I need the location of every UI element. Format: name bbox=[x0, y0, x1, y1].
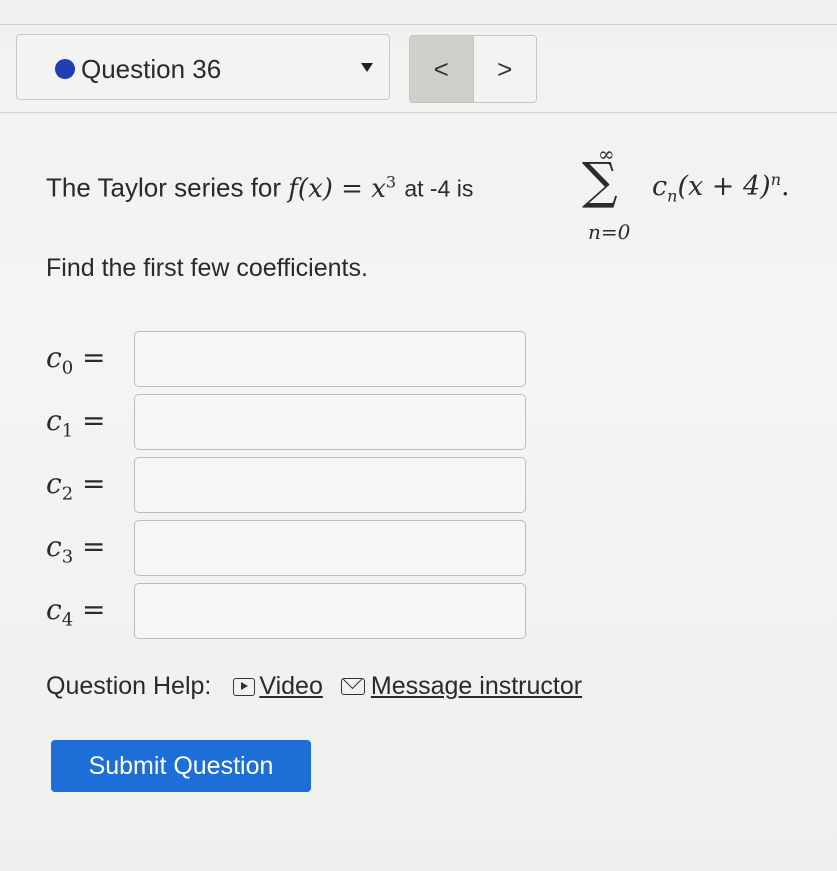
coefficient-label: c3 = bbox=[46, 530, 106, 568]
question-label: Question 36 bbox=[81, 54, 222, 84]
coefficient-input-c4[interactable] bbox=[134, 583, 526, 639]
header-divider bbox=[0, 112, 837, 113]
video-label: Video bbox=[259, 672, 323, 700]
status-dot-icon bbox=[55, 59, 75, 79]
message-instructor-link[interactable]: Message instructor bbox=[340, 672, 583, 701]
coefficient-row-c3: c3 = bbox=[46, 520, 536, 578]
problem-prefix: The Taylor series for bbox=[46, 172, 282, 203]
coefficient-row-c2: c2 = bbox=[46, 457, 536, 515]
term-coefficient: c bbox=[652, 171, 668, 202]
coefficient-row-c0: c0 = bbox=[46, 331, 536, 389]
submit-question-button[interactable]: Submit Question bbox=[51, 740, 311, 792]
coefficient-label: c2 = bbox=[46, 467, 106, 505]
term-coefficient-sub: n bbox=[667, 186, 678, 206]
video-link[interactable]: Video bbox=[233, 672, 323, 701]
coefficient-input-c3[interactable] bbox=[134, 520, 526, 576]
coefficient-input-c0[interactable] bbox=[134, 331, 526, 387]
equals-sign: = bbox=[341, 173, 363, 204]
next-question-button[interactable]: > bbox=[473, 36, 536, 102]
message-label: Message instructor bbox=[370, 672, 583, 700]
problem-statement: The Taylor series for f(x) = x3 at -4 is bbox=[46, 172, 473, 204]
sigma-icon: ∑ bbox=[582, 152, 618, 210]
series-term: cn(x + 4)n. bbox=[652, 170, 790, 205]
instruction-text: Find the first few coefficients. bbox=[46, 254, 368, 282]
help-label: Question Help: bbox=[46, 672, 212, 700]
term-exponent: n bbox=[770, 170, 782, 189]
previous-question-button[interactable]: < bbox=[410, 36, 474, 102]
top-divider bbox=[0, 24, 837, 25]
coefficient-label: c1 = bbox=[46, 404, 106, 442]
at-text: at -4 is bbox=[404, 175, 474, 202]
coefficient-row-c4: c4 = bbox=[46, 583, 536, 641]
mail-icon bbox=[340, 678, 365, 695]
function-lhs: f(x) bbox=[288, 173, 333, 204]
coefficient-label: c4 = bbox=[46, 593, 106, 631]
summation: ∞ ∑ n=0 bbox=[580, 142, 646, 244]
coefficient-label: c0 = bbox=[46, 341, 106, 379]
coefficient-row-c1: c1 = bbox=[46, 394, 536, 452]
function-base: x bbox=[371, 173, 386, 204]
question-help: Question Help: Video Message instructor bbox=[46, 672, 582, 701]
question-selector[interactable]: Question 36 bbox=[16, 34, 390, 100]
term-paren: (x + 4) bbox=[677, 171, 771, 202]
term-end: . bbox=[781, 171, 790, 202]
coefficient-input-c1[interactable] bbox=[134, 394, 526, 450]
caret-down-icon bbox=[361, 63, 373, 72]
video-icon bbox=[233, 677, 256, 696]
page: Question 36 < > The Taylor series for f(… bbox=[0, 0, 837, 871]
function-expression: f(x) = x3 bbox=[288, 172, 404, 204]
sum-lower-limit: n=0 bbox=[588, 220, 631, 244]
question-nav: < > bbox=[409, 35, 537, 103]
coefficient-input-c2[interactable] bbox=[134, 457, 526, 513]
function-exponent: 3 bbox=[385, 172, 397, 191]
